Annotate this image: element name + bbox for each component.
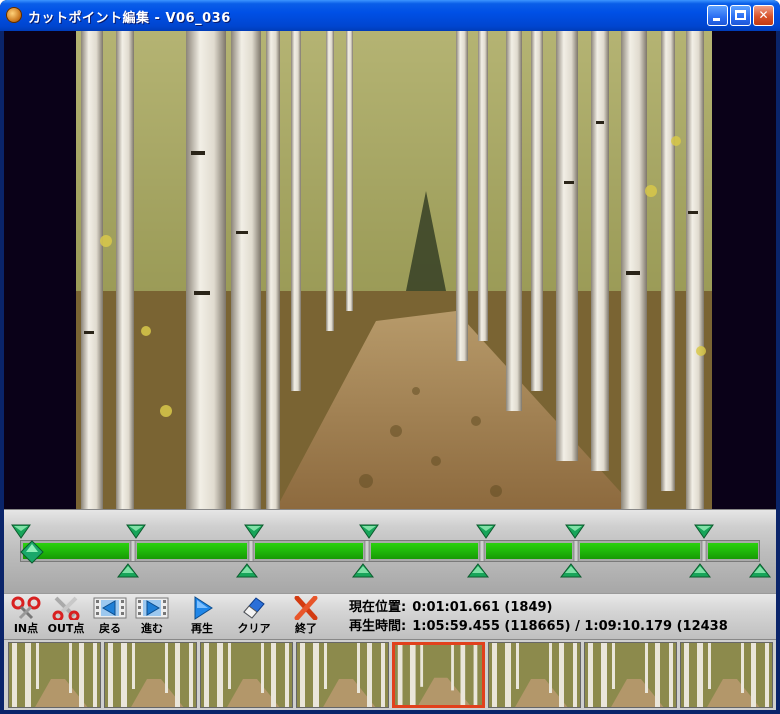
eraser-icon	[243, 597, 265, 619]
in-point-marker-icon[interactable]	[475, 522, 497, 540]
film-back-icon	[93, 597, 127, 619]
exit-label: 終了	[295, 622, 317, 635]
current-position-value: 0:01:01.661 (1849)	[412, 600, 553, 615]
thumbnail-image	[201, 643, 292, 707]
thumbnail-frame[interactable]	[200, 642, 293, 708]
thumbnail-frame-selected[interactable]	[392, 642, 485, 708]
current-position-label: 現在位置:	[349, 600, 407, 615]
playtime-row: 再生時間: 1:05:59.455 (118665) / 1:09:10.179 …	[349, 617, 734, 636]
birch-forest-image	[76, 31, 712, 509]
playhead-handle-icon[interactable]	[20, 540, 44, 564]
play-label: 再生	[191, 622, 213, 635]
thumbnail-image	[297, 643, 388, 707]
in-point-label: IN点	[13, 622, 39, 635]
playtime-value: 1:05:59.455 (118665) / 1:09:10.179 (1243…	[412, 619, 728, 634]
exit-button[interactable]: 終了	[284, 596, 328, 638]
window-title: カットポイント編集 - V06_036	[28, 11, 231, 26]
thumbnail-frame[interactable]	[488, 642, 581, 708]
clear-button[interactable]: クリア	[232, 596, 276, 638]
edit-toolbar: IN点 OUT点 戻る 進む 再生 クリア 終了 現在位置: 0:01:01.6…	[4, 593, 776, 639]
thumbnail-image	[9, 643, 100, 707]
timeline-segment[interactable]	[486, 543, 572, 559]
back-button[interactable]: 戻る	[88, 596, 132, 638]
out-point-marker-icon[interactable]	[116, 562, 140, 580]
close-icon: ✕	[758, 8, 769, 22]
thumbnail-frame[interactable]	[104, 642, 197, 708]
out-point-label: OUT点	[47, 622, 85, 635]
red-x-icon	[294, 596, 318, 620]
play-button[interactable]: 再生	[180, 596, 224, 638]
thumbnail-image	[681, 643, 772, 707]
out-point-button[interactable]: OUT点	[44, 596, 88, 638]
position-info: 現在位置: 0:01:01.661 (1849) 再生時間: 1:05:59.455…	[349, 598, 734, 636]
timeline-track[interactable]	[20, 540, 760, 562]
in-point-marker-icon[interactable]	[10, 522, 32, 540]
play-triangle-icon	[194, 596, 213, 620]
thumbnail-image	[105, 643, 196, 707]
thumbnail-image	[395, 645, 482, 705]
out-point-marker-icon[interactable]	[235, 562, 259, 580]
timeline-segment[interactable]	[580, 543, 700, 559]
thumbnail-frame[interactable]	[680, 642, 773, 708]
back-label: 戻る	[99, 622, 121, 635]
title-bar[interactable]: カットポイント編集 - V06_036 ✕	[0, 0, 780, 31]
thumbnail-frame[interactable]	[8, 642, 101, 708]
cut-separator	[248, 541, 254, 561]
minimize-button[interactable]	[707, 5, 728, 26]
in-point-marker-icon[interactable]	[243, 522, 265, 540]
in-point-marker-icon[interactable]	[125, 522, 147, 540]
maximize-button[interactable]	[730, 5, 751, 26]
scissors-gray-icon	[52, 596, 80, 620]
playtime-label: 再生時間:	[349, 619, 407, 634]
out-point-marker-icon[interactable]	[688, 562, 712, 580]
timeline-segment[interactable]	[137, 543, 247, 559]
timeline-segment[interactable]	[255, 543, 363, 559]
scissors-red-icon	[11, 596, 41, 620]
film-forward-icon	[135, 597, 169, 619]
out-point-marker-icon[interactable]	[748, 562, 772, 580]
thumbnail-frame[interactable]	[584, 642, 677, 708]
thumbnail-frame[interactable]	[296, 642, 389, 708]
in-point-marker-icon[interactable]	[358, 522, 380, 540]
main-window: カットポイント編集 - V06_036 ✕ IN点 OUT点 戻る 進む 再生 …	[0, 0, 780, 714]
in-point-button[interactable]: IN点	[4, 596, 48, 638]
app-icon[interactable]	[6, 7, 22, 23]
forward-label: 進む	[141, 622, 163, 635]
thumbnail-strip	[4, 639, 776, 710]
video-preview	[4, 31, 776, 509]
out-point-marker-icon[interactable]	[351, 562, 375, 580]
forward-button[interactable]: 進む	[130, 596, 174, 638]
thumbnail-image	[585, 643, 676, 707]
thumbnail-image	[489, 643, 580, 707]
close-button[interactable]: ✕	[753, 5, 774, 26]
timeline-segment[interactable]	[708, 543, 758, 559]
cut-separator	[364, 541, 370, 561]
cut-timeline[interactable]	[4, 509, 776, 593]
client-area: IN点 OUT点 戻る 進む 再生 クリア 終了 現在位置: 0:01:01.6…	[4, 31, 776, 710]
cut-separator	[479, 541, 485, 561]
clear-label: クリア	[237, 622, 271, 635]
maximize-icon	[735, 10, 746, 20]
timeline-segment[interactable]	[371, 543, 478, 559]
out-point-marker-icon[interactable]	[559, 562, 583, 580]
in-point-marker-icon[interactable]	[693, 522, 715, 540]
cut-separator	[573, 541, 579, 561]
cut-separator	[701, 541, 707, 561]
in-point-marker-icon[interactable]	[564, 522, 586, 540]
current-position-row: 現在位置: 0:01:01.661 (1849)	[349, 598, 734, 617]
video-frame[interactable]	[76, 31, 712, 509]
out-point-marker-icon[interactable]	[466, 562, 490, 580]
cut-separator	[130, 541, 136, 561]
minimize-icon	[713, 18, 720, 21]
